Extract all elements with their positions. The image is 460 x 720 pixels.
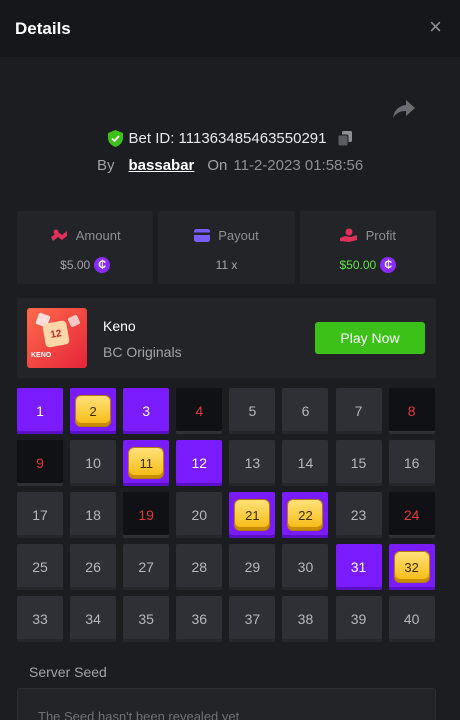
- keno-cell: 23: [335, 492, 382, 538]
- profit-hand-icon: [339, 228, 357, 242]
- wallet-icon: [194, 228, 211, 242]
- stats-row: Amount $5.00 ₵ Payout 11 x Profit $50.00…: [17, 211, 436, 284]
- username-link[interactable]: bassabar: [129, 157, 195, 174]
- page-title: Details: [15, 19, 71, 38]
- keno-cell: 35: [123, 596, 170, 642]
- bet-meta-row: By bassabar On 11-2-2023 01:58:56: [97, 157, 363, 174]
- gold-gem-icon: 11: [129, 448, 164, 478]
- amount-card: Amount $5.00 ₵: [17, 211, 154, 284]
- keno-thumbnail[interactable]: 12 KENO: [27, 308, 87, 368]
- amount-value: $5.00: [60, 258, 91, 272]
- keno-cell: 7: [335, 388, 382, 434]
- keno-cell: 19: [123, 492, 170, 538]
- details-header: Details ×: [0, 0, 460, 57]
- ball-decoration-icon: 12: [42, 320, 70, 348]
- keno-cell: 30: [282, 544, 329, 590]
- bcd-coin-icon: ₵: [94, 257, 111, 273]
- server-seed-label: Server Seed: [29, 664, 107, 680]
- gold-gem-icon: 2: [76, 396, 111, 426]
- payout-label: Payout: [218, 227, 259, 243]
- keno-cell: 38: [282, 596, 329, 642]
- verified-shield-icon: [107, 130, 123, 147]
- keno-cell: 26: [70, 544, 117, 590]
- keno-cell: 25: [17, 544, 63, 590]
- gold-gem-icon: 32: [394, 552, 429, 582]
- keno-cell: 22: [282, 492, 329, 538]
- share-icon[interactable]: [392, 98, 416, 120]
- keno-cell: 17: [17, 492, 63, 538]
- copy-icon[interactable]: [338, 131, 353, 146]
- payout-card: Payout 11 x: [158, 211, 295, 284]
- bet-id: Bet ID: 111363485463550291: [128, 130, 327, 147]
- keno-cell: 10: [70, 440, 117, 486]
- gold-gem-icon: 21: [235, 500, 270, 530]
- thumb-label: KENO: [31, 352, 52, 359]
- keno-cell: 20: [176, 492, 223, 538]
- profit-label: Profit: [365, 227, 396, 243]
- amount-label: Amount: [75, 227, 121, 243]
- keno-cell: 16: [388, 440, 435, 486]
- ball-decoration-icon: [67, 314, 81, 328]
- by-label: By: [97, 157, 115, 174]
- keno-cell: 1: [17, 388, 63, 434]
- keno-cell: 4: [176, 388, 223, 434]
- keno-cell: 33: [17, 596, 63, 642]
- keno-cell: 11: [123, 440, 170, 486]
- close-icon[interactable]: ×: [429, 16, 442, 38]
- gold-gem-icon: 22: [288, 500, 323, 530]
- keno-cell: 14: [282, 440, 329, 486]
- keno-cell: 8: [388, 388, 435, 434]
- keno-cell: 9: [17, 440, 63, 486]
- profit-card: Profit $50.00 ₵: [299, 211, 436, 284]
- keno-cell: 5: [229, 388, 276, 434]
- server-seed-value: The Seed hasn't been revealed yet: [38, 709, 240, 720]
- bcd-coin-icon: ₵: [380, 257, 397, 273]
- keno-cell: 13: [229, 440, 276, 486]
- profit-value: $50.00: [339, 258, 377, 272]
- keno-cell: 2: [70, 388, 117, 434]
- play-now-button[interactable]: Play Now: [315, 322, 425, 354]
- keno-cell: 24: [388, 492, 435, 538]
- bet-date: 11-2-2023 01:58:56: [233, 157, 364, 174]
- keno-grid: 1 2 3 4 5 6 7 8 9 10 11 12 13 14 15 16 17 18 19 20 21 22 23 24 2…: [17, 388, 437, 642]
- keno-cell: 28: [176, 544, 223, 590]
- keno-cell: 18: [70, 492, 117, 538]
- keno-cell: 6: [282, 388, 329, 434]
- payout-value: 11 x: [215, 258, 238, 272]
- bet-id-row: Bet ID: 111363485463550291: [0, 130, 460, 147]
- on-label: On: [207, 157, 228, 174]
- game-card: 12 KENO Keno BC Originals Play Now: [17, 298, 436, 378]
- game-name: Keno: [103, 318, 136, 334]
- keno-cell: 31: [335, 544, 382, 590]
- server-seed-box: The Seed hasn't been revealed yet: [17, 688, 436, 720]
- keno-cell: 3: [123, 388, 170, 434]
- keno-cell: 27: [123, 544, 170, 590]
- keno-cell: 34: [70, 596, 117, 642]
- keno-cell: 37: [229, 596, 276, 642]
- keno-cell: 40: [388, 596, 435, 642]
- keno-cell: 29: [229, 544, 276, 590]
- keno-cell: 12: [176, 440, 223, 486]
- game-provider: BC Originals: [103, 344, 182, 360]
- keno-cell: 15: [335, 440, 382, 486]
- keno-cell: 39: [335, 596, 382, 642]
- money-bag-icon: [50, 229, 67, 241]
- keno-cell: 36: [176, 596, 223, 642]
- keno-cell: 32: [388, 544, 435, 590]
- keno-cell: 21: [229, 492, 276, 538]
